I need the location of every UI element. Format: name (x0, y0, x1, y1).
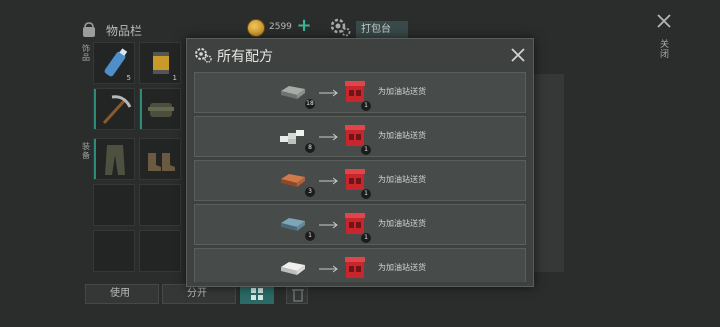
add-coins-button[interactable]: + (296, 17, 312, 35)
arrow-right-icon (319, 89, 338, 97)
pack-bench-button[interactable]: 打包台 (356, 21, 408, 39)
inventory-slot[interactable]: 5 (93, 42, 135, 84)
slot-count: 5 (126, 74, 131, 82)
dialog-title: 所有配方 (217, 49, 273, 65)
coin-icon (247, 19, 265, 37)
ingredient-count: 1 (305, 231, 315, 241)
inventory-slot[interactable] (93, 184, 135, 226)
inventory-header: 物品栏 (80, 18, 142, 42)
trash-icon (292, 289, 304, 302)
iron-bar-icon (281, 86, 305, 99)
copper-bar-icon (281, 174, 305, 187)
product-count: 1 (361, 189, 371, 199)
inventory-slot[interactable]: 1 (139, 42, 181, 84)
product-count: 1 (361, 101, 371, 111)
split-button[interactable]: 分开 (162, 284, 236, 304)
recipe-row[interactable]: 3 1 为加油站送货 (194, 160, 526, 201)
inventory-slot[interactable] (139, 184, 181, 226)
durability-bar (94, 89, 96, 129)
recipe-label: 为加油站送货 (378, 263, 426, 272)
inventory-slot[interactable] (93, 138, 135, 180)
bag-icon (83, 22, 95, 37)
pants-icon (105, 145, 125, 175)
recipe-label: 为加油站送货 (378, 219, 426, 228)
coin-count: 2599 (269, 22, 292, 32)
durability-bar (94, 139, 96, 179)
silver-blocks-icon (280, 130, 304, 144)
dialog-header: 所有配方 (187, 39, 533, 71)
backpack-icon (148, 103, 174, 117)
use-button[interactable]: 使用 (85, 284, 159, 304)
recipe-label: 为加油站送货 (378, 87, 426, 96)
grid-icon (251, 288, 263, 300)
recipe-label: 为加油站送货 (378, 175, 426, 184)
arrow-right-icon (319, 265, 338, 273)
ingredient-count: 3 (305, 187, 315, 197)
boots-icon (148, 153, 175, 171)
arrow-right-icon (319, 177, 338, 185)
side-panel (534, 74, 564, 272)
inventory-slot[interactable] (93, 88, 135, 130)
grid-view-button[interactable] (240, 284, 274, 304)
durability-bar (140, 89, 142, 129)
close-label[interactable]: 关闭 (660, 40, 670, 60)
recipe-row[interactable]: 18 1 为加油站送货 (194, 72, 526, 113)
inventory-slot[interactable] (139, 88, 181, 130)
inventory-title: 物品栏 (106, 23, 143, 38)
product-count: 1 (361, 145, 371, 155)
ingredient-count: 8 (305, 143, 315, 153)
gas-station-icon (345, 257, 365, 278)
inventory-slot[interactable] (139, 138, 181, 180)
slot-count: 1 (172, 74, 177, 82)
recipe-label: 为加油站送货 (378, 131, 426, 140)
gears-icon (195, 48, 212, 63)
trash-button[interactable] (286, 284, 308, 304)
recipes-dialog: 所有配方 18 1 为加油站送货 8 1 为加油站送货 3 1 为加油站送货 1… (186, 38, 534, 287)
arrow-right-icon (319, 133, 338, 141)
recipe-list[interactable]: 18 1 为加油站送货 8 1 为加油站送货 3 1 为加油站送货 1 1 为加… (194, 72, 526, 282)
close-icon[interactable] (510, 47, 526, 63)
product-count: 1 (361, 233, 371, 243)
recipe-row[interactable]: 8 1 为加油站送货 (194, 116, 526, 157)
pickaxe-icon (102, 95, 132, 125)
inventory-slot[interactable] (139, 230, 181, 272)
arrow-right-icon (319, 221, 338, 229)
recipe-row[interactable]: 1 1 为加油站送货 (194, 204, 526, 245)
side-tab-accessories[interactable]: 饰品 (82, 44, 92, 62)
recipe-row[interactable]: 为加油站送货 (194, 248, 526, 282)
ingredient-count: 18 (305, 99, 315, 109)
side-tab-equipment[interactable]: 装备 (82, 142, 92, 160)
inventory-slot[interactable] (93, 230, 135, 272)
close-icon[interactable] (655, 12, 673, 30)
steel-bar-icon (281, 218, 305, 231)
gear-icon[interactable] (329, 16, 351, 38)
white-bar-icon (281, 262, 305, 275)
